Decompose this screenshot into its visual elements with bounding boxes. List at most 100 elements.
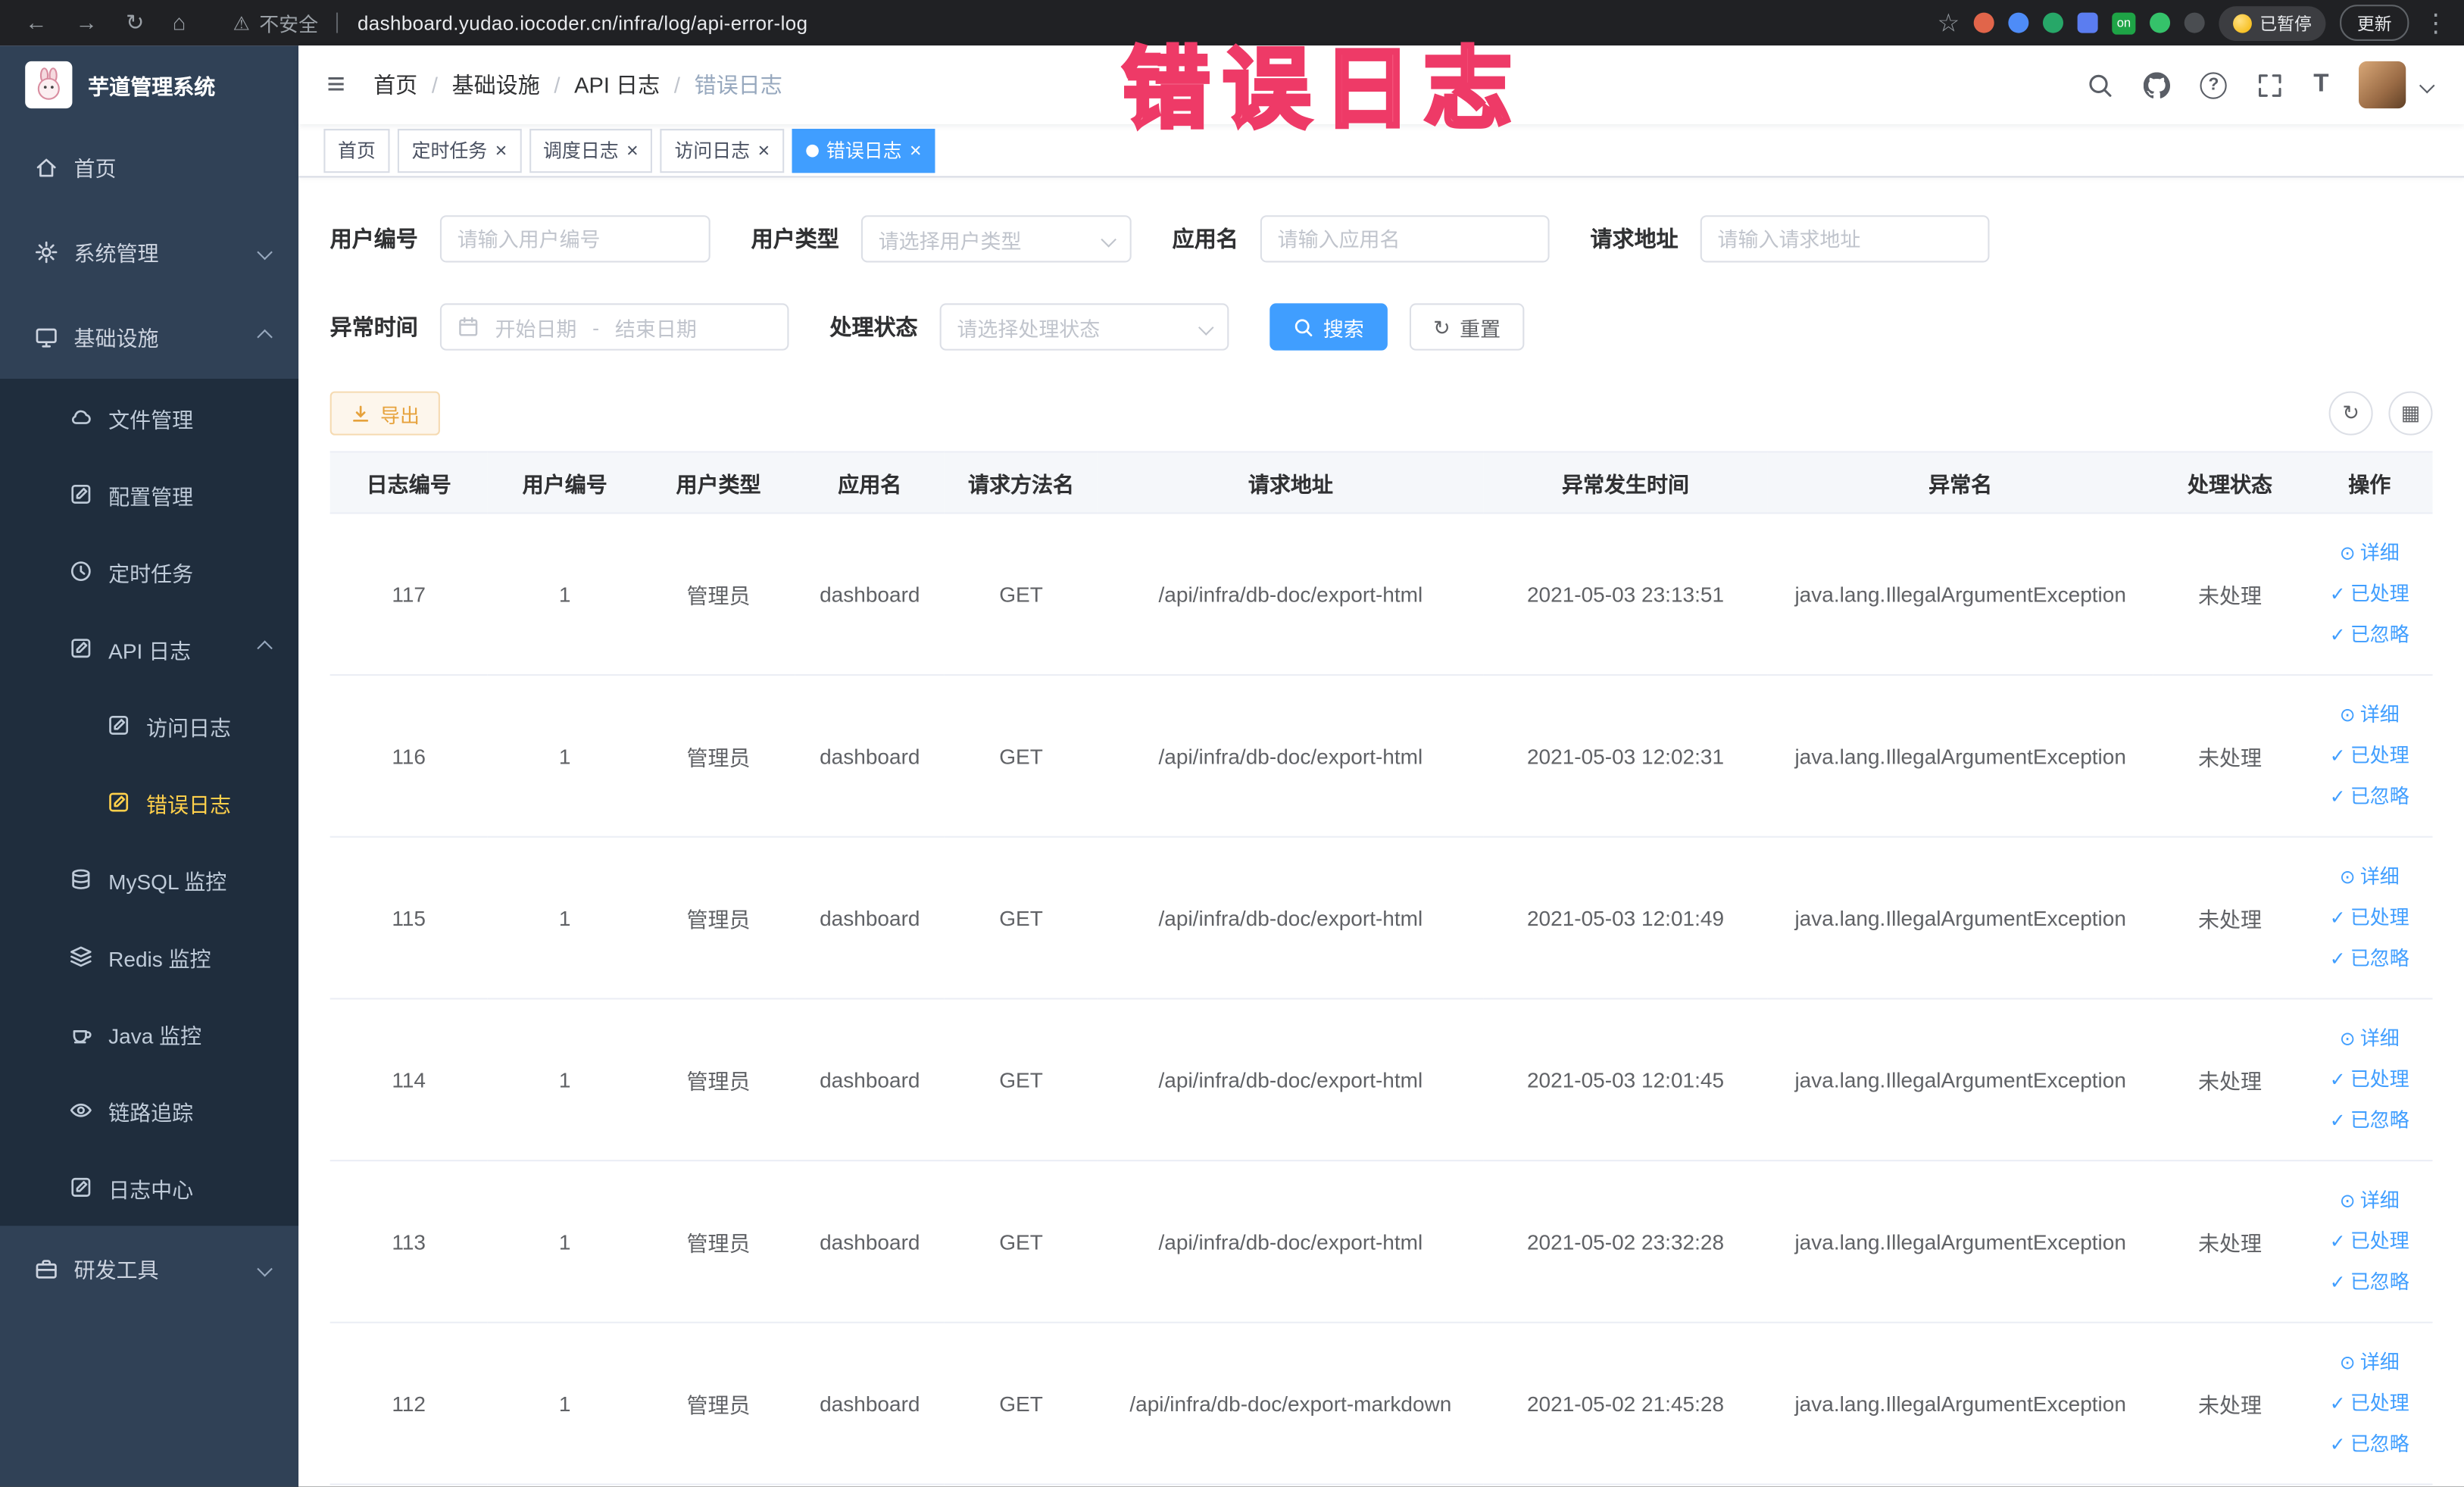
- process-status-select[interactable]: 请选择处理状态: [939, 303, 1229, 351]
- caret-down-icon[interactable]: [2419, 77, 2435, 93]
- bookmark-star-icon[interactable]: ☆: [1937, 7, 1960, 38]
- check-icon: ✓: [2329, 786, 2346, 808]
- address-bar[interactable]: ⚠ 不安全 dashboard.yudao.iocoder.cn/infra/l…: [233, 8, 807, 37]
- sidebar-item-scheduled-tasks[interactable]: 定时任务: [0, 533, 298, 610]
- help-icon[interactable]: ?: [2200, 71, 2228, 98]
- processed-link[interactable]: ✓ 已处理: [2313, 1221, 2426, 1262]
- tab-dispatch-logs[interactable]: 调度日志 ×: [529, 128, 653, 173]
- fullscreen-icon[interactable]: [2257, 71, 2284, 98]
- ignored-link[interactable]: ✓ 已忽略: [2313, 939, 2426, 979]
- breadcrumb-item[interactable]: API 日志: [574, 69, 660, 100]
- sidebar-item-label: 日志中心: [108, 1177, 194, 1202]
- github-icon[interactable]: [2144, 71, 2170, 98]
- extension-icon[interactable]: [2184, 12, 2205, 33]
- cell-user-id: 1: [487, 998, 642, 1162]
- detail-link[interactable]: ⊙ 详细: [2313, 1342, 2426, 1383]
- sidebar-item-api-logs[interactable]: API 日志: [0, 610, 298, 687]
- column-settings-button[interactable]: ▦: [2388, 391, 2433, 436]
- page-content: 用户编号 用户类型 请选择用户类型 应用名: [298, 177, 2464, 1486]
- exception-time-range-picker[interactable]: 开始日期 - 结束日期: [439, 303, 789, 351]
- browser-home-icon[interactable]: ⌂: [173, 9, 186, 36]
- edit-icon: [69, 1176, 92, 1199]
- sidebar-item-error-logs[interactable]: 错误日志: [0, 764, 298, 841]
- close-icon[interactable]: ×: [757, 140, 770, 161]
- cell-exception: java.lang.IllegalArgumentException: [1767, 1161, 2154, 1323]
- detail-link[interactable]: ⊙ 详细: [2313, 1180, 2426, 1221]
- processed-link[interactable]: ✓ 已处理: [2313, 1059, 2426, 1100]
- hamburger-icon[interactable]: ≡: [298, 67, 373, 103]
- extension-icon[interactable]: [2008, 12, 2029, 33]
- ignored-link[interactable]: ✓ 已忽略: [2313, 1424, 2426, 1465]
- sidebar-item-link-tracing[interactable]: 链路追踪: [0, 1072, 298, 1149]
- cloud-icon: [69, 405, 92, 429]
- sidebar-item-redis-monitor[interactable]: Redis 监控: [0, 918, 298, 995]
- ignored-link[interactable]: ✓ 已忽略: [2313, 776, 2426, 817]
- paused-badge[interactable]: 已暂停: [2219, 5, 2326, 40]
- range-separator: -: [592, 314, 600, 339]
- sidebar-item-access-logs[interactable]: 访问日志: [0, 687, 298, 764]
- ignored-link[interactable]: ✓ 已忽略: [2313, 614, 2426, 655]
- sidebar-item-dev-tools[interactable]: 研发工具: [0, 1226, 298, 1310]
- view-icon: ⊙: [2339, 542, 2356, 564]
- processed-link[interactable]: ✓ 已处理: [2313, 573, 2426, 614]
- column-header: 应用名: [795, 451, 945, 514]
- user-id-input[interactable]: [439, 215, 710, 263]
- cell-time: 2021-05-03 12:01:45: [1483, 998, 1768, 1162]
- export-button[interactable]: 导出: [329, 391, 440, 436]
- request-url-input[interactable]: [1700, 215, 1990, 263]
- sidebar-item-java-monitor[interactable]: Java 监控: [0, 995, 298, 1072]
- extension-on-badge[interactable]: on: [2112, 11, 2136, 34]
- cell-log-id: 114: [329, 998, 488, 1162]
- tab-scheduled-tasks[interactable]: 定时任务 ×: [397, 128, 521, 173]
- user-type-select[interactable]: 请选择用户类型: [860, 215, 1132, 263]
- sidebar-item-log-center[interactable]: 日志中心: [0, 1149, 298, 1226]
- table-row: 113 1 管理员 dashboard GET /api/infra/db-do…: [329, 1161, 2433, 1323]
- sidebar-item-infrastructure[interactable]: 基础设施: [0, 294, 298, 379]
- sidebar-item-file-management[interactable]: 文件管理: [0, 379, 298, 456]
- sidebar-item-system-management[interactable]: 系统管理: [0, 209, 298, 294]
- detail-link[interactable]: ⊙ 详细: [2313, 533, 2426, 573]
- detail-link[interactable]: ⊙ 详细: [2313, 857, 2426, 898]
- tab-home[interactable]: 首页: [323, 128, 390, 173]
- close-icon[interactable]: ×: [495, 140, 507, 161]
- cell-user-type: 管理员: [642, 1322, 795, 1485]
- update-button[interactable]: 更新: [2340, 5, 2409, 41]
- search-button-label: 搜索: [1323, 317, 1364, 341]
- extension-icon[interactable]: [2077, 12, 2098, 33]
- extension-icon[interactable]: [2043, 12, 2064, 33]
- tab-access-logs[interactable]: 访问日志 ×: [660, 128, 784, 173]
- tab-error-logs[interactable]: 错误日志 ×: [792, 128, 936, 173]
- detail-link[interactable]: ⊙ 详细: [2313, 1018, 2426, 1059]
- column-header: 异常发生时间: [1483, 451, 1768, 514]
- cell-method: GET: [945, 998, 1098, 1162]
- extension-icon[interactable]: [1973, 12, 1994, 33]
- app-name-input[interactable]: [1260, 215, 1550, 263]
- processed-link[interactable]: ✓ 已处理: [2313, 736, 2426, 776]
- refresh-table-button[interactable]: ↻: [2328, 391, 2373, 436]
- forward-icon[interactable]: →: [76, 9, 98, 36]
- menu-kebab-icon[interactable]: ⋮: [2423, 7, 2448, 38]
- font-size-icon[interactable]: T: [2313, 70, 2328, 98]
- detail-link[interactable]: ⊙ 详细: [2313, 695, 2426, 736]
- sidebar-item-mysql-monitor[interactable]: MySQL 监控: [0, 841, 298, 918]
- reset-button[interactable]: ↻ 重置: [1409, 303, 1525, 351]
- back-icon[interactable]: ←: [25, 9, 47, 36]
- search-icon[interactable]: [2088, 71, 2114, 98]
- view-icon: ⊙: [2339, 866, 2356, 889]
- processed-link[interactable]: ✓ 已处理: [2313, 1383, 2426, 1424]
- sidebar-item-config-management[interactable]: 配置管理: [0, 456, 298, 533]
- app-logo[interactable]: 芋道管理系统: [0, 45, 298, 124]
- breadcrumb-item[interactable]: 基础设施: [452, 69, 540, 100]
- ignored-link[interactable]: ✓ 已忽略: [2313, 1100, 2426, 1141]
- reload-icon[interactable]: ↻: [126, 9, 144, 36]
- close-icon[interactable]: ×: [910, 140, 922, 161]
- search-button[interactable]: 搜索: [1269, 303, 1388, 351]
- column-header: 请求地址: [1097, 451, 1484, 514]
- ignored-link[interactable]: ✓ 已忽略: [2313, 1262, 2426, 1303]
- extension-icon[interactable]: [2150, 12, 2171, 33]
- sidebar-item-home[interactable]: 首页: [0, 124, 298, 209]
- breadcrumb-item[interactable]: 首页: [373, 69, 417, 100]
- processed-link[interactable]: ✓ 已处理: [2313, 898, 2426, 939]
- user-avatar[interactable]: [2359, 61, 2406, 109]
- close-icon[interactable]: ×: [626, 140, 639, 161]
